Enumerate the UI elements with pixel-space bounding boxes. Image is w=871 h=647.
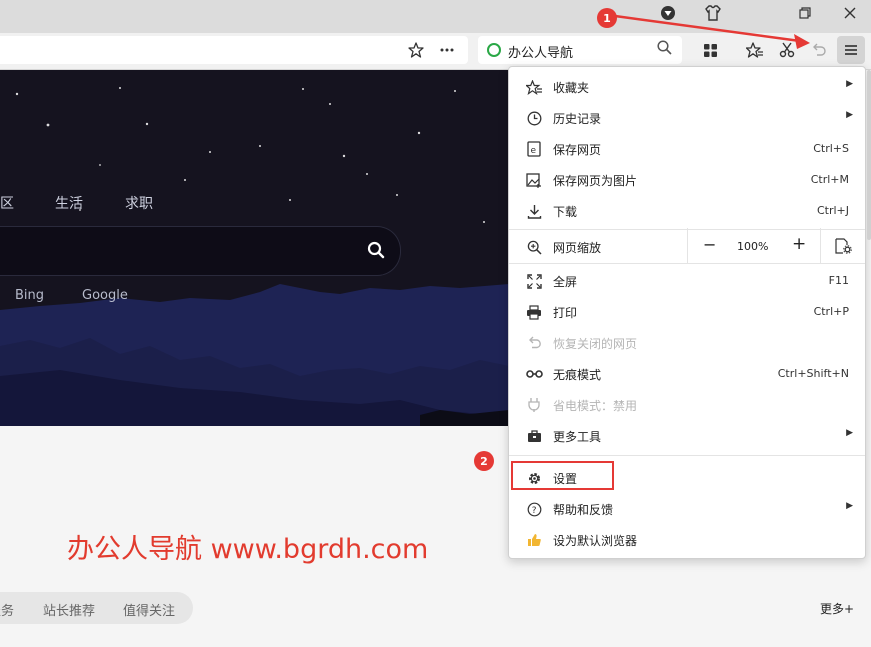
save-page-icon: e [525,141,543,157]
menu-item-label: 下载 [553,205,578,219]
favorites-icon [525,79,543,95]
menu-divider [509,263,865,264]
submenu-arrow-icon: ▶ [846,501,853,511]
menu-item-label: 全屏 [553,275,578,289]
menu-item-history[interactable]: 历史记录 ▶ [509,104,865,132]
menu-item-fullscreen[interactable]: 全屏 F11 [509,267,865,295]
menu-item-label: 设为默认浏览器 [553,534,638,548]
menu-item-label: 恢复关闭的网页 [553,337,638,351]
menu-item-label: 保存网页 [553,143,602,157]
menu-item-power-save[interactable]: 省电模式：禁用 [509,391,865,419]
download-icon [525,203,543,219]
menu-item-default-browser[interactable]: 设为默认浏览器 [509,526,865,554]
menu-item-save-page[interactable]: e 保存网页 Ctrl+S [509,135,865,163]
menu-item-help[interactable]: ? 帮助和反馈 ▶ [509,495,865,523]
printer-icon [525,304,543,320]
incognito-mask-icon [525,366,543,382]
menu-item-shortcut: Ctrl+M [810,173,849,186]
menu-item-save-image[interactable]: 保存网页为图片 Ctrl+M [509,166,865,194]
zoom-icon [525,239,543,255]
menu-item-label: 历史记录 [553,112,602,126]
menu-item-shortcut: Ctrl+S [813,142,849,155]
page-settings-icon [835,238,852,258]
submenu-arrow-icon: ▶ [846,428,853,438]
zoom-out-button[interactable]: − [687,228,731,264]
menu-item-more-tools[interactable]: 更多工具 ▶ [509,422,865,450]
zoom-in-button[interactable]: + [782,228,820,264]
toolbox-icon [525,428,543,444]
settings-highlight-box [511,461,614,490]
menu-item-label: 更多工具 [553,430,602,444]
menu-item-label: 无痕模式 [553,368,602,382]
menu-item-shortcut: Ctrl+Shift+N [777,367,849,380]
scrollbar-thumb[interactable] [867,70,871,240]
submenu-arrow-icon: ▶ [846,79,853,89]
fullscreen-icon [525,273,543,289]
menu-item-label: 网页缩放 [553,241,602,255]
menu-item-label: 收藏夹 [553,81,590,95]
zoom-settings-button[interactable] [820,228,866,264]
menu-item-print[interactable]: 打印 Ctrl+P [509,298,865,326]
submenu-arrow-icon: ▶ [846,110,853,120]
menu-item-label: 帮助和反馈 [553,503,614,517]
help-circle-icon: ? [525,501,543,517]
menu-item-restore-closed[interactable]: 恢复关闭的网页 [509,329,865,357]
step-marker-1: 1 [597,8,617,28]
zoom-out-label: − [703,235,717,254]
menu-item-favorites[interactable]: 收藏夹 ▶ [509,73,865,101]
thumbs-up-icon [525,532,543,548]
menu-item-label: 保存网页为图片 [553,174,638,188]
svg-text:e: e [531,146,537,156]
menu-item-shortcut: Ctrl+P [813,305,849,318]
step-marker-2: 2 [474,451,494,471]
menu-item-shortcut: F11 [828,274,849,287]
image-icon [525,172,543,188]
zoom-in-label: + [792,234,807,254]
clock-icon [525,110,543,126]
menu-item-label: 打印 [553,306,578,320]
undo-icon [525,335,543,351]
plug-icon [525,397,543,413]
zoom-value: 100% [737,240,769,253]
svg-text:?: ? [531,506,536,516]
menu-item-shortcut: Ctrl+J [816,204,849,217]
menu-item-download[interactable]: 下载 Ctrl+J [509,197,865,225]
menu-item-label: 省电模式：禁用 [553,399,638,413]
menu-item-incognito[interactable]: 无痕模式 Ctrl+Shift+N [509,360,865,388]
menu-divider [509,455,865,456]
